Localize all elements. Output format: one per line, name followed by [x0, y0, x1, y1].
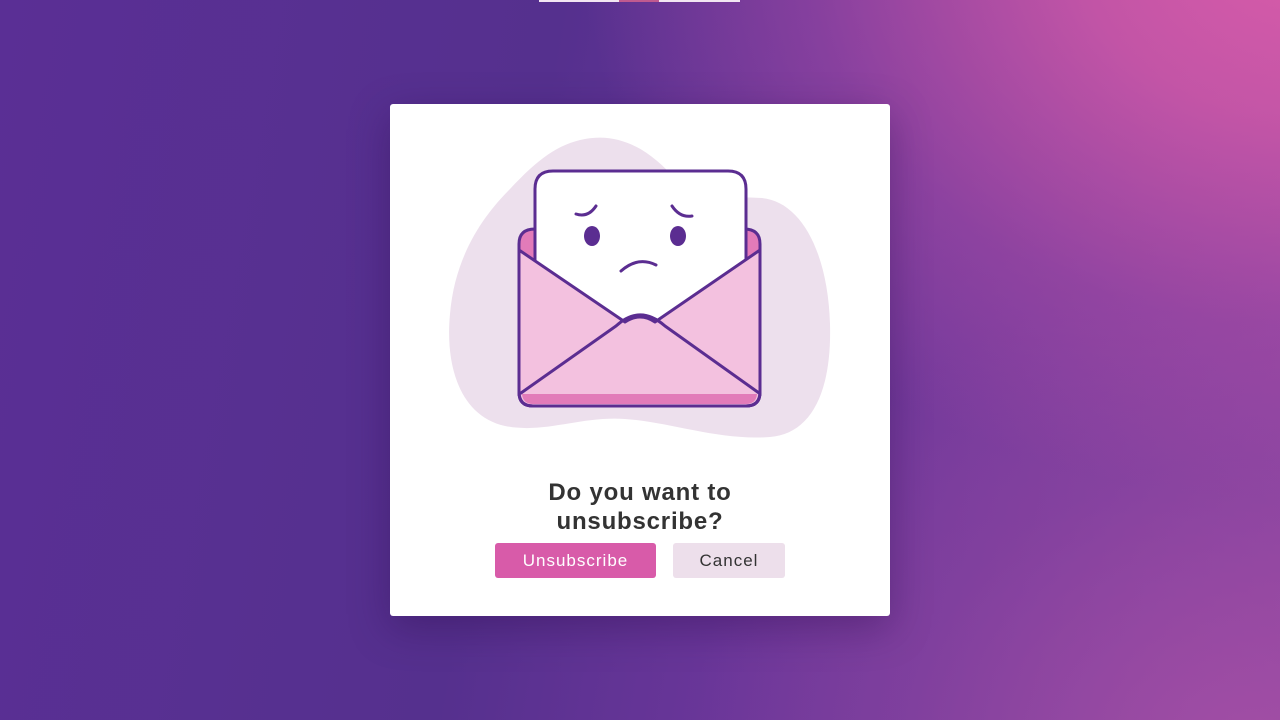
top-tab-strip — [539, 0, 740, 2]
top-tab-right — [659, 0, 740, 2]
unsubscribe-button[interactable]: Unsubscribe — [495, 543, 656, 578]
envelope-bottom-strip — [522, 394, 757, 404]
left-eye — [584, 226, 600, 246]
cancel-button[interactable]: Cancel — [673, 543, 785, 578]
top-tab-active — [619, 0, 659, 2]
sad-envelope-icon — [449, 137, 831, 438]
unsubscribe-dialog: Do you want to unsubscribe? Unsubscribe … — [390, 104, 890, 616]
dialog-title: Do you want to unsubscribe? — [548, 479, 732, 535]
right-eye — [670, 226, 686, 246]
top-tab-left — [539, 0, 619, 2]
